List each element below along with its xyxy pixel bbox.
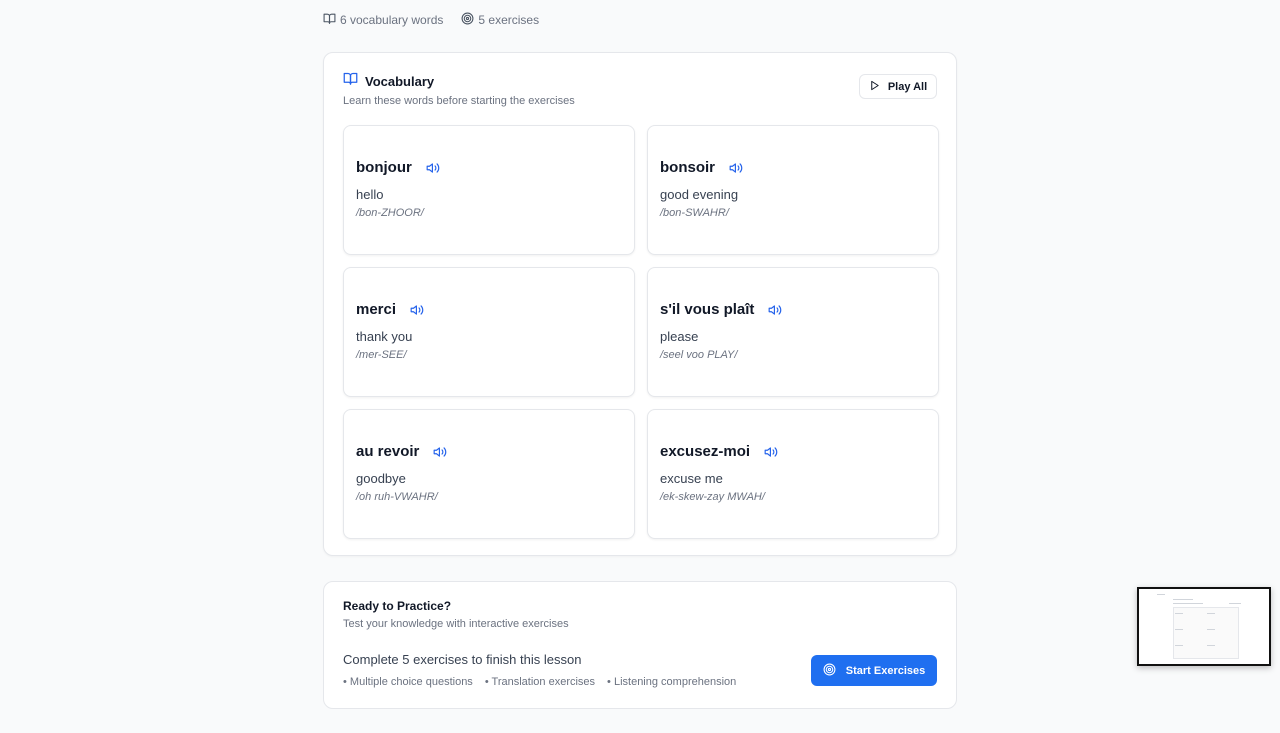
play-icon xyxy=(869,80,880,94)
word-text: bonjour xyxy=(356,159,412,176)
book-open-icon xyxy=(343,71,358,91)
word-text: bonsoir xyxy=(660,159,715,176)
word-pronunciation: /seel voo PLAY/ xyxy=(660,349,738,361)
exercise-count-text: 5 exercises xyxy=(478,13,540,27)
speaker-icon[interactable] xyxy=(410,303,424,317)
book-open-icon xyxy=(323,12,336,28)
word-pronunciation: /bon-SWAHR/ xyxy=(660,207,729,219)
practice-subtitle: Test your knowledge with interactive exe… xyxy=(343,618,569,630)
word-card: au revoir goodbye /oh ruh-VWAHR/ xyxy=(343,409,635,539)
play-all-label: Play All xyxy=(887,80,928,93)
play-all-button[interactable]: Play All xyxy=(859,74,937,99)
speaker-icon[interactable] xyxy=(433,445,447,459)
practice-bullet: • Multiple choice questions xyxy=(343,676,473,688)
word-text: excusez-moi xyxy=(660,443,751,460)
word-pronunciation: /ek-skew-zay MWAH/ xyxy=(660,491,765,503)
word-pronunciation: /mer-SEE/ xyxy=(356,349,407,361)
target-icon xyxy=(823,663,836,679)
word-card: merci thank you /mer-SEE/ xyxy=(343,267,635,397)
word-translation: thank you xyxy=(356,329,413,344)
word-text: merci xyxy=(356,301,397,318)
word-text: au revoir xyxy=(356,443,420,460)
word-translation: good evening xyxy=(660,187,739,202)
vocabulary-subtitle: Learn these words before starting the ex… xyxy=(343,95,575,107)
vocab-count-text: 6 vocabulary words xyxy=(340,13,444,27)
word-translation: hello xyxy=(356,187,384,202)
practice-summary: Complete 5 exercises to finish this less… xyxy=(343,652,582,667)
word-pronunciation: /bon-ZHOOR/ xyxy=(356,207,424,219)
word-pronunciation: /oh ruh-VWAHR/ xyxy=(356,491,438,503)
word-translation: goodbye xyxy=(356,471,406,486)
vocabulary-header: Vocabulary Learn these words before star… xyxy=(343,71,575,107)
word-text: s'il vous plaît xyxy=(660,301,755,318)
practice-title: Ready to Practice? xyxy=(343,599,452,613)
practice-card: Ready to Practice? Test your knowledge w… xyxy=(323,581,957,709)
vocabulary-title: Vocabulary xyxy=(365,73,435,89)
speaker-icon[interactable] xyxy=(768,303,782,317)
vocabulary-card: Vocabulary Learn these words before star… xyxy=(323,52,957,556)
lesson-meta: 6 vocabulary words 5 exercises xyxy=(323,12,539,28)
page-minimap[interactable] xyxy=(1137,587,1271,666)
exercise-count-meta: 5 exercises xyxy=(461,12,539,28)
word-card: bonsoir good evening /bon-SWAHR/ xyxy=(647,125,939,255)
practice-bullet: • Listening comprehension xyxy=(607,676,737,688)
target-icon xyxy=(461,12,474,28)
word-card: excusez-moi excuse me /ek-skew-zay MWAH/ xyxy=(647,409,939,539)
practice-bullet: • Translation exercises xyxy=(484,676,596,688)
practice-bullet-list: • Multiple choice questions • Translatio… xyxy=(343,676,736,688)
speaker-icon[interactable] xyxy=(426,161,440,175)
start-exercises-label: Start Exercises xyxy=(845,664,926,677)
vocabulary-grid: bonjour hello /bon-ZHOOR/ bonsoir good e… xyxy=(343,125,939,539)
word-card: bonjour hello /bon-ZHOOR/ xyxy=(343,125,635,255)
speaker-icon[interactable] xyxy=(729,161,743,175)
lesson-page: 6 vocabulary words 5 exercises Vocabular… xyxy=(0,0,1280,733)
start-exercises-button[interactable]: Start Exercises xyxy=(811,655,937,686)
word-translation: please xyxy=(660,329,699,344)
vocab-count-meta: 6 vocabulary words xyxy=(323,12,443,28)
word-card: s'il vous plaît please /seel voo PLAY/ xyxy=(647,267,939,397)
word-translation: excuse me xyxy=(660,471,723,486)
speaker-icon[interactable] xyxy=(764,445,778,459)
